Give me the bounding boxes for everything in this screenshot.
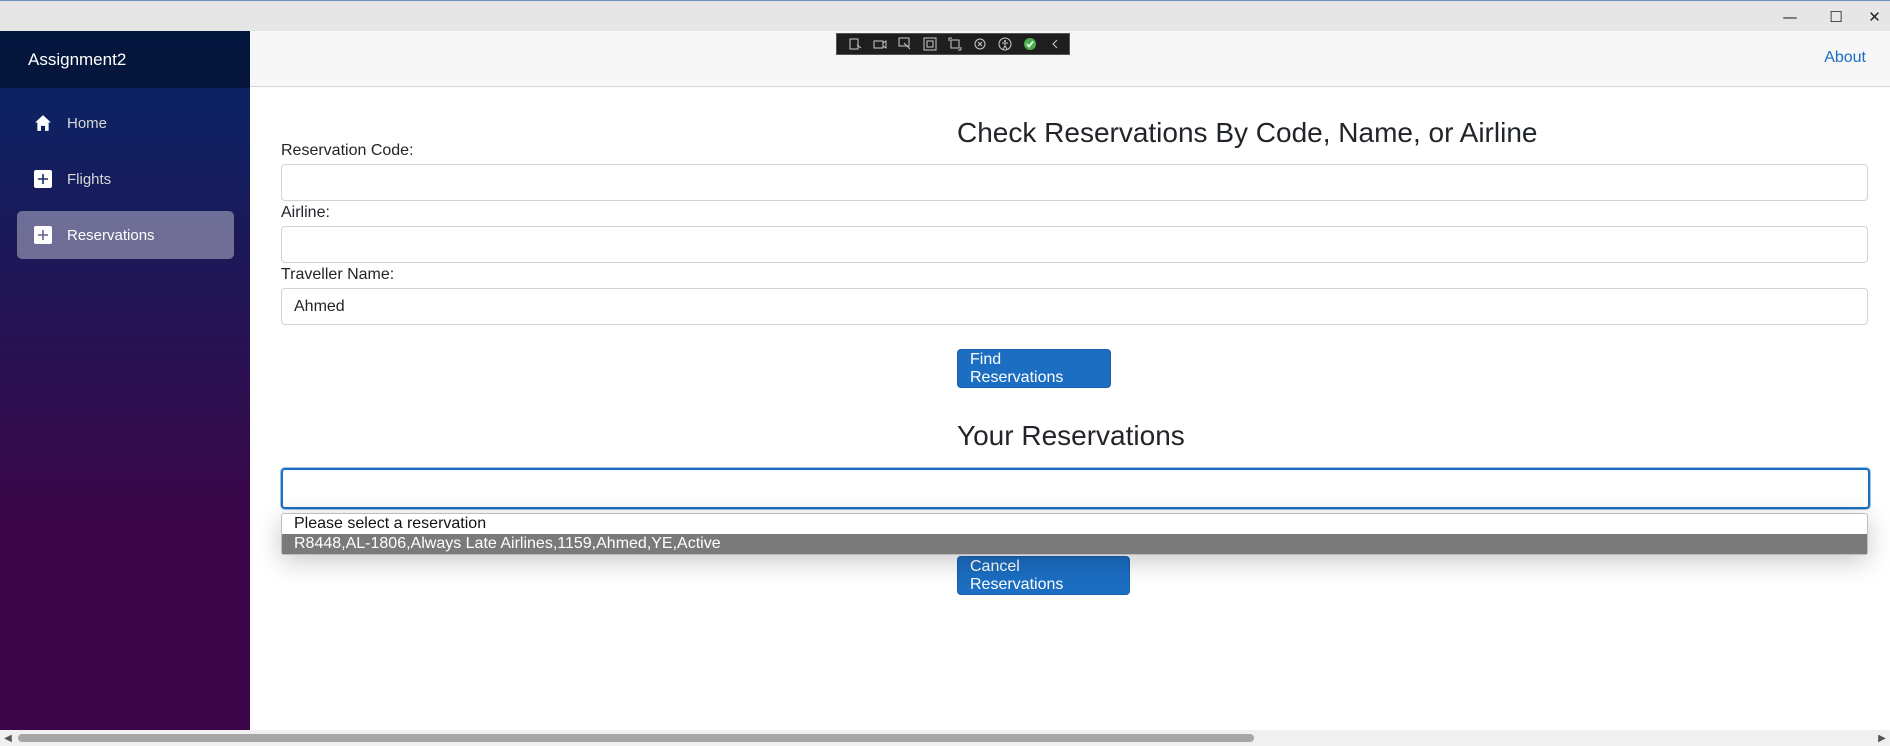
maximize-button[interactable]: ☐: [1813, 1, 1859, 32]
app-brand[interactable]: Assignment2: [0, 31, 250, 88]
debug-toolbar: [836, 33, 1070, 55]
dropdown-option-selected[interactable]: R8448,AL-1806,Always Late Airlines,1159,…: [282, 534, 1867, 554]
top-row: About: [250, 31, 1890, 87]
sidebar-item-label: Reservations: [67, 226, 155, 244]
scroll-left-arrow-icon[interactable]: ◀: [0, 730, 16, 746]
sidebar-item-label: Flights: [67, 170, 112, 188]
plus-icon: [33, 169, 53, 189]
track-focus-icon[interactable]: [947, 36, 963, 52]
collapse-chevron-icon[interactable]: [1047, 36, 1063, 52]
dropdown-option[interactable]: Please select a reservation: [282, 514, 1867, 534]
sidebar-item-flights[interactable]: Flights: [17, 155, 234, 203]
live-visual-tree-icon[interactable]: [847, 36, 863, 52]
plus-icon: [33, 225, 53, 245]
record-icon[interactable]: [872, 36, 888, 52]
reservations-heading: Your Reservations: [957, 420, 1185, 451]
sidebar-item-reservations[interactable]: Reservations: [17, 211, 234, 259]
accessibility-icon[interactable]: [997, 36, 1013, 52]
minimize-button[interactable]: —: [1767, 1, 1813, 32]
scroll-right-arrow-icon[interactable]: ▶: [1874, 730, 1890, 746]
sidebar-item-label: Home: [67, 114, 108, 132]
cancel-reservations-button[interactable]: Cancel Reservations: [957, 556, 1130, 595]
airline-label: Airline:: [281, 204, 330, 221]
display-layout-adorners-icon[interactable]: [922, 36, 938, 52]
find-reservations-button[interactable]: Find Reservations: [957, 349, 1111, 388]
sidebar-nav: Home Flights Reservations: [0, 88, 250, 259]
close-button[interactable]: ✕: [1859, 1, 1890, 32]
reservation-code-label: Reservation Code:: [281, 142, 414, 159]
window-titlebar: — ☐ ✕: [0, 0, 1890, 31]
home-icon: [33, 113, 53, 133]
binding-failures-icon[interactable]: [972, 36, 988, 52]
page-title: Check Reservations By Code, Name, or Air…: [957, 117, 1538, 148]
sidebar-item-home[interactable]: Home: [17, 99, 234, 147]
traveller-name-input[interactable]: [281, 288, 1868, 325]
reservations-select[interactable]: [281, 468, 1870, 509]
reservation-code-input[interactable]: [281, 164, 1868, 201]
airline-input[interactable]: [281, 226, 1868, 263]
about-link[interactable]: About: [1824, 49, 1866, 67]
traveller-name-label: Traveller Name:: [281, 266, 395, 283]
select-element-icon[interactable]: [897, 36, 913, 52]
horizontal-scrollbar[interactable]: ◀ ▶: [0, 730, 1890, 746]
check-ok-icon[interactable]: [1022, 36, 1038, 52]
sidebar: Assignment2 Home Flights Reservations: [0, 31, 250, 730]
scrollbar-thumb[interactable]: [18, 734, 1254, 742]
reservations-dropdown-list: Please select a reservation R8448,AL-180…: [281, 513, 1868, 555]
